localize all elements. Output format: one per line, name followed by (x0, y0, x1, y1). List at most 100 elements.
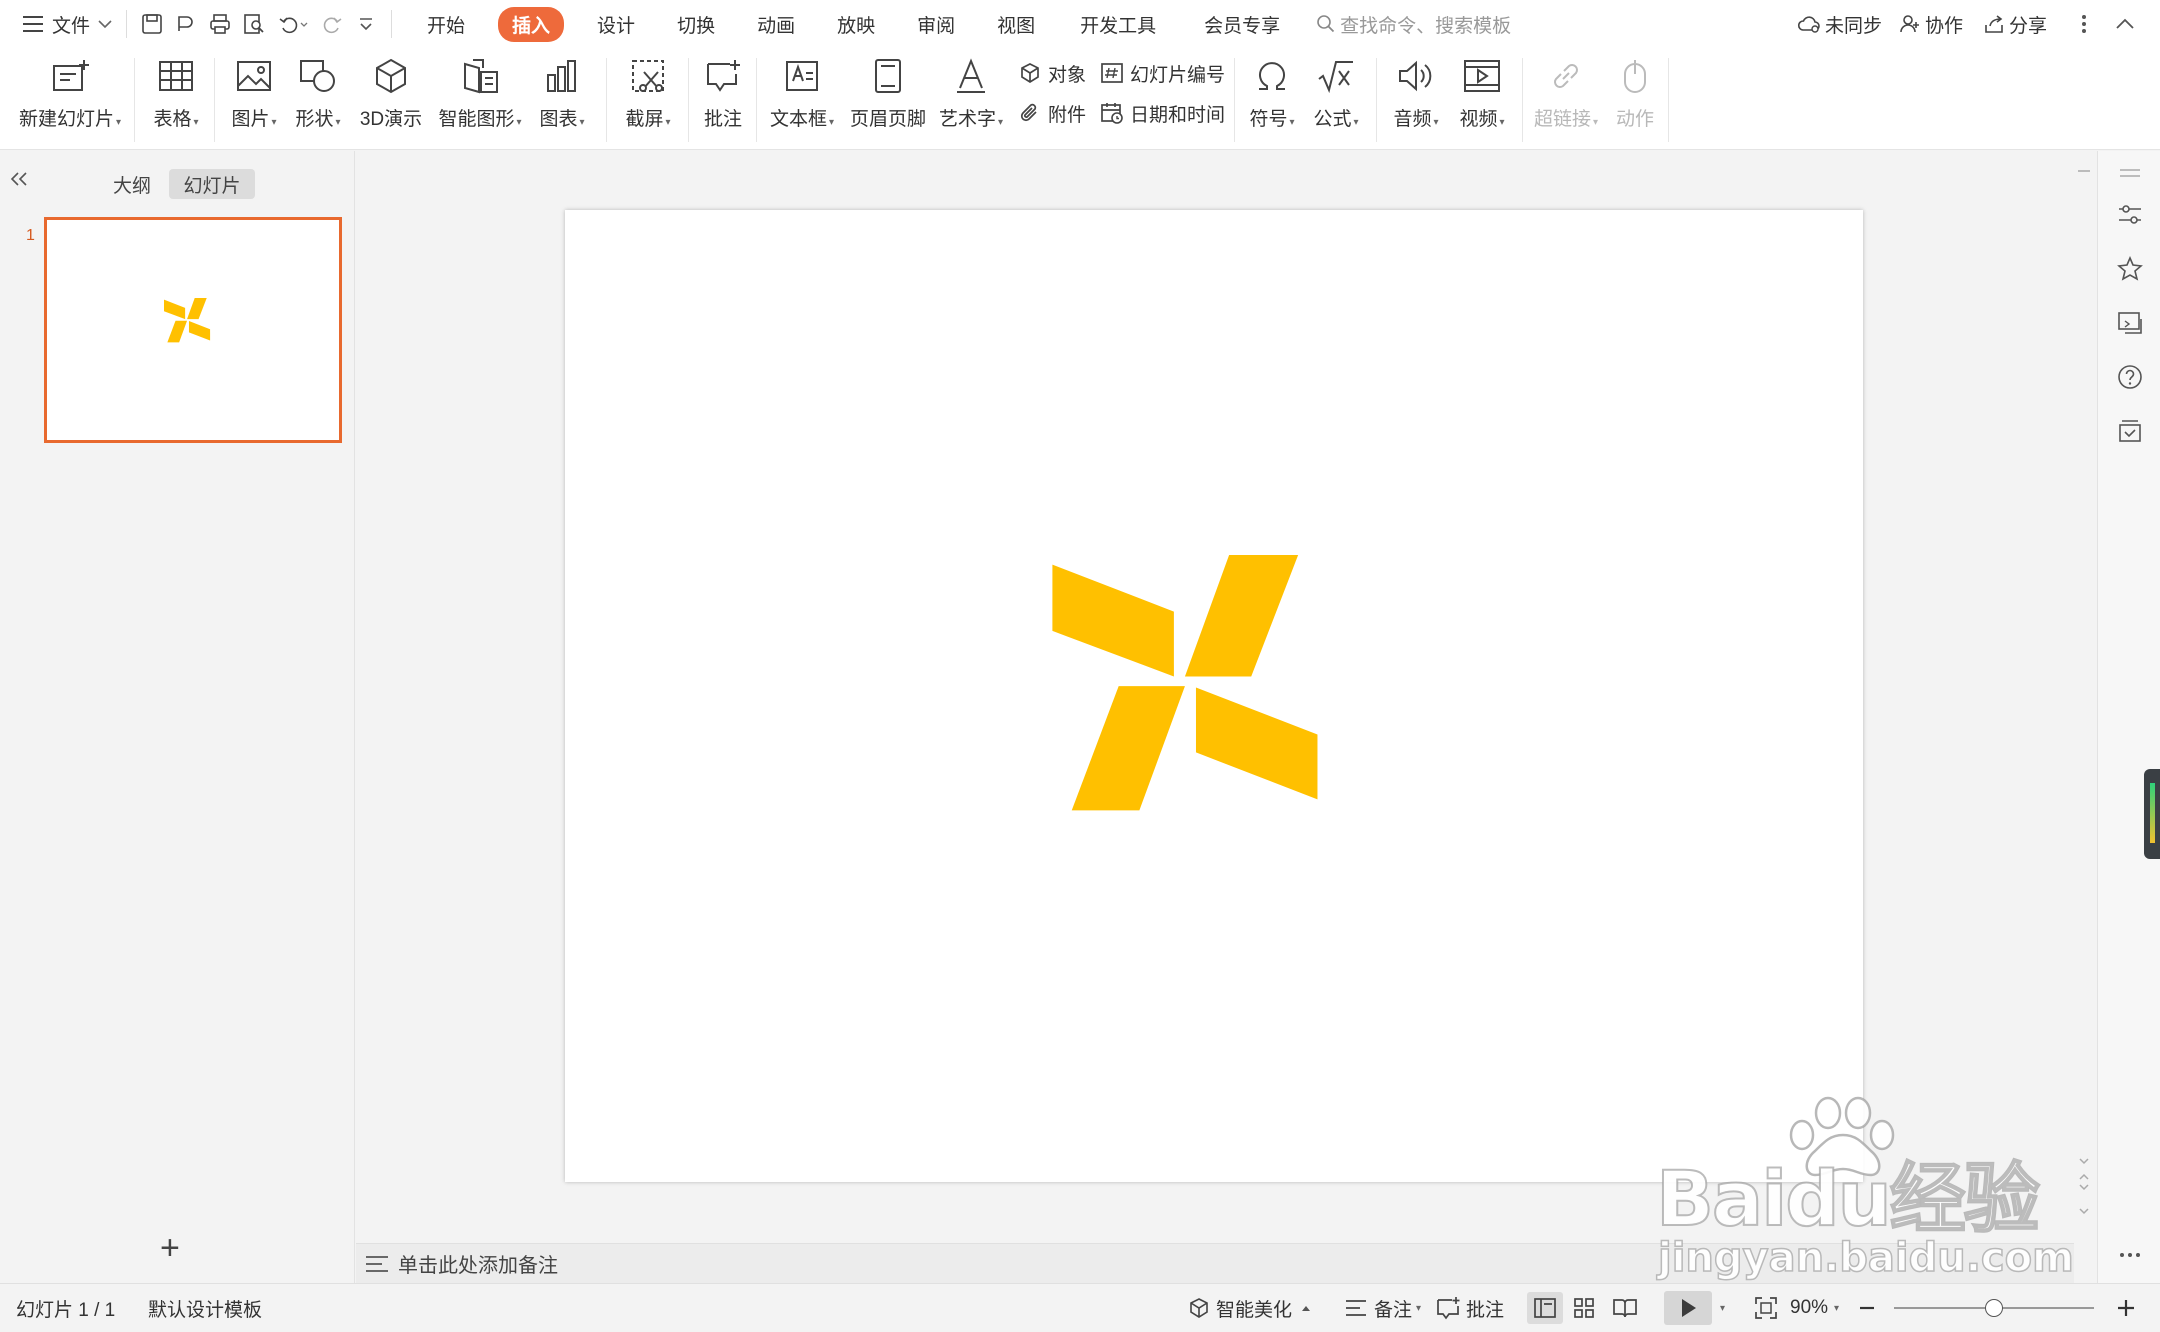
collab-label: 协作 (1925, 15, 1964, 37)
textbox-button[interactable]: 文本框 ▾ (766, 54, 838, 144)
tab-review[interactable]: 审阅 (896, 0, 976, 48)
table-button[interactable]: 表格 ▾ (148, 54, 204, 144)
pinwheel-blade-top-left[interactable] (1052, 564, 1174, 677)
tab-design[interactable]: 设计 (576, 0, 656, 48)
divider (214, 58, 215, 142)
tab-slideshow[interactable]: 放映 (816, 0, 896, 48)
print-preview-button[interactable] (237, 0, 271, 48)
hyperlink-button[interactable]: 超链接 ▾ (1530, 54, 1602, 144)
object-button[interactable]: 对象 (1018, 56, 1086, 90)
zoom-slider-thumb[interactable] (1985, 1299, 2003, 1317)
comment-toggle-button[interactable]: 批注 (1436, 1284, 1504, 1332)
zoom-level-dropdown[interactable]: 90% ▾ (1790, 1284, 1839, 1332)
collab-button[interactable]: 协作 (1899, 0, 1963, 48)
comment-button[interactable]: 批注 (698, 54, 748, 144)
redo-button[interactable] (315, 0, 349, 48)
backup-button[interactable] (2116, 417, 2144, 445)
add-slide-button[interactable]: + (160, 1231, 180, 1265)
tab-view[interactable]: 视图 (976, 0, 1056, 48)
collapse-pane-button[interactable] (10, 171, 28, 192)
screenshot-button[interactable]: 截屏 ▾ (618, 54, 678, 144)
tab-home[interactable]: 开始 (406, 0, 486, 48)
slide-transition-button[interactable] (2116, 309, 2144, 337)
wordart-button[interactable]: 艺术字 ▾ (936, 54, 1006, 144)
action-button[interactable]: 动作 (1610, 54, 1660, 144)
video-button[interactable]: 视频 ▾ (1452, 54, 1512, 144)
wordart-icon (957, 58, 985, 93)
custom-animation-button[interactable] (2116, 255, 2144, 283)
print-button[interactable] (203, 0, 237, 48)
tab-insert[interactable]: 插入 (486, 0, 576, 48)
pinwheel-blade-top-right[interactable] (1184, 555, 1299, 677)
slide-thumbnail[interactable] (44, 217, 342, 443)
help-icon (2118, 365, 2142, 389)
play-slideshow-button[interactable]: ▾ (1664, 1284, 1725, 1332)
header-footer-button[interactable]: 页眉页脚 (848, 54, 928, 144)
attachment-label: 附件 (1048, 104, 1087, 126)
tab-member[interactable]: 会员专享 (1180, 0, 1304, 48)
more-options-button[interactable] (2116, 1241, 2144, 1269)
save-button[interactable] (135, 0, 169, 48)
file-menu[interactable]: 文件 (22, 0, 112, 48)
zoom-in-button[interactable] (2116, 1284, 2142, 1332)
smartart-button[interactable]: 智能图形 ▾ (434, 54, 526, 144)
zoom-out-button[interactable] (1858, 1284, 1882, 1332)
reading-view-button[interactable] (1612, 1284, 1644, 1332)
tab-animation[interactable]: 动画 (736, 0, 816, 48)
wordart-label: 艺术字 (938, 109, 996, 130)
caret-up-icon (1302, 1306, 1311, 1311)
textbox-label: 文本框 (769, 109, 827, 130)
chevron-up-icon (2116, 18, 2134, 29)
share-button[interactable]: 分享 (1983, 0, 2047, 48)
tab-slides[interactable]: 幻灯片 (169, 169, 255, 199)
normal-view-icon (1534, 1298, 1556, 1318)
slide-canvas[interactable] (565, 210, 1863, 1182)
scroll-up-icon (2078, 170, 2090, 172)
customize-quickaccess-button[interactable] (349, 0, 383, 48)
picture-button[interactable]: 图片 ▾ (226, 54, 282, 144)
pinwheel-blade-bottom-right[interactable] (1195, 687, 1318, 800)
collapse-ribbon-button[interactable] (2115, 0, 2135, 48)
symbol-button[interactable]: 符号 ▾ (1242, 54, 1302, 144)
textbox-icon (786, 61, 818, 91)
tab-label: 开发工具 (1080, 15, 1157, 37)
user-add-icon (1900, 15, 1919, 33)
date-time-button[interactable]: 日期和时间 (1100, 96, 1225, 130)
normal-view-button[interactable] (1527, 1284, 1563, 1332)
chart-button[interactable]: 图表 ▾ (534, 54, 590, 144)
template-name[interactable]: 默认设计模板 (148, 1284, 262, 1332)
slide-number-button[interactable]: 幻灯片编号 (1100, 56, 1225, 90)
3d-button[interactable]: 3D演示 (358, 54, 424, 144)
vertical-scrollbar[interactable] (2071, 151, 2097, 1243)
notes-toggle-button[interactable]: 备注 ▾ (1344, 1284, 1421, 1332)
notes-bar[interactable]: 单击此处添加备注 (356, 1243, 2074, 1283)
export-button[interactable] (169, 0, 203, 48)
tab-label: 大纲 (112, 175, 151, 197)
undo-button[interactable] (271, 0, 315, 48)
tab-transition[interactable]: 切换 (656, 0, 736, 48)
minus-icon (1860, 1306, 1874, 1310)
sync-button[interactable]: 未同步 (1797, 0, 1882, 48)
beautify-button[interactable]: 智能美化 (1188, 1284, 1318, 1332)
tab-developer[interactable]: 开发工具 (1056, 0, 1180, 48)
slide-sorter-button[interactable] (1572, 1284, 1602, 1332)
more-menu-button[interactable] (2080, 0, 2088, 48)
new-slide-button[interactable]: 新建幻灯片 ▾ (16, 54, 124, 144)
property-button[interactable] (2116, 201, 2144, 229)
pinwheel-blade-bottom-left[interactable] (1071, 686, 1185, 811)
pinwheel-shape-group[interactable] (565, 210, 1863, 1182)
pinwheel-thumbnail-shape (164, 298, 211, 343)
tab-outline[interactable]: 大纲 (104, 169, 160, 199)
zoom-slider[interactable] (1894, 1284, 2094, 1332)
fit-window-button[interactable] (1754, 1284, 1784, 1332)
formula-button[interactable]: 公式 ▾ (1306, 54, 1366, 144)
attachment-button[interactable]: 附件 (1018, 96, 1086, 130)
shape-button[interactable]: 形状 ▾ (290, 54, 346, 144)
search-box[interactable]: 查找命令、搜索模板 (1316, 0, 1511, 48)
tab-label: 幻灯片 (183, 175, 241, 197)
tab-label: 设计 (597, 15, 636, 37)
help-button[interactable] (2116, 363, 2144, 391)
audio-button[interactable]: 音频 ▾ (1386, 54, 1446, 144)
share-icon (1985, 15, 2003, 33)
side-widget-handle[interactable] (2144, 769, 2160, 859)
